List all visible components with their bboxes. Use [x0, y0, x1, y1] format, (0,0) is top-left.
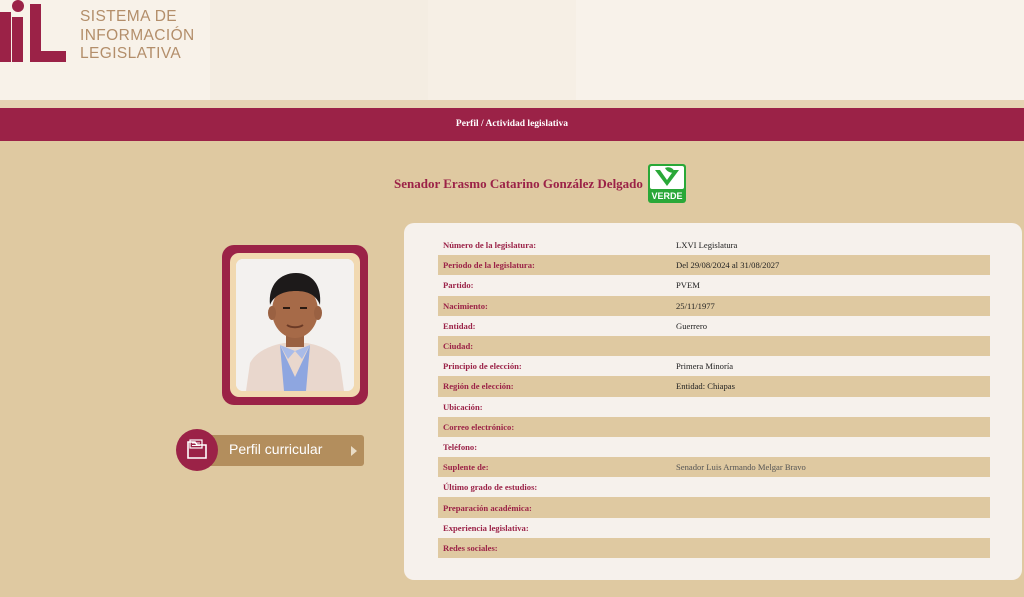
details-row: Entidad: Guerrero	[438, 316, 990, 336]
folder-icon	[176, 429, 218, 471]
details-key: Partido:	[443, 280, 474, 291]
details-key: Redes sociales:	[443, 542, 498, 553]
details-key: Principio de elección:	[443, 361, 522, 372]
details-key: Experiencia legislativa:	[443, 522, 529, 533]
details-key: Último grado de estudios:	[443, 482, 538, 493]
party-logo-text: VERDE	[651, 191, 682, 201]
details-value: Primera Minoría	[676, 361, 734, 372]
chevron-right-icon	[351, 446, 357, 456]
details-key: Nacimiento:	[443, 300, 488, 311]
page-title: Senador Erasmo Catarino González Delgado	[394, 176, 643, 191]
details-value: LXVI Legislatura	[676, 240, 738, 251]
details-row: Preparación académica:	[438, 497, 990, 518]
sil-logo-text[interactable]: SISTEMA DE INFORMACIÓN LEGISLATIVA	[80, 8, 195, 64]
logo-line: INFORMACIÓN	[80, 26, 195, 44]
logo-line: SISTEMA DE	[80, 8, 178, 25]
details-row: Partido: PVEM	[438, 275, 990, 295]
details-key: Teléfono:	[443, 441, 478, 452]
header-panel	[576, 0, 1024, 100]
details-row: Correo electrónico:	[438, 416, 990, 437]
details-key: Correo electrónico:	[443, 421, 515, 432]
details-row: Experiencia legislativa:	[438, 518, 990, 538]
details-value: Guerrero	[676, 320, 708, 331]
details-card: Número de la legislatura: LXVI Legislatur…	[404, 223, 1022, 580]
details-key: Periodo de la legislatura:	[443, 260, 535, 271]
details-key: Número de la legislatura:	[443, 240, 537, 251]
site-header: SISTEMA DE INFORMACIÓN LEGISLATIVA	[0, 0, 1024, 100]
details-row: Principio de elección: Primera Minoría	[438, 356, 990, 376]
details-row: Teléfono:	[438, 437, 990, 457]
details-row: Periodo de la legislatura: Del 29/08/2024…	[438, 255, 990, 276]
details-row: Suplente de: Senador Luis Armando Melgar …	[438, 457, 990, 478]
details-value: Entidad: Chiapas	[676, 381, 735, 392]
header-divider	[0, 100, 1024, 108]
details-value: PVEM	[676, 280, 700, 291]
header-panel	[210, 0, 428, 100]
details-row: Ubicación:	[438, 397, 990, 417]
details-row: Último grado de estudios:	[438, 477, 990, 497]
details-key: Suplente de:	[443, 462, 489, 473]
logo-line: LEGISLATIVA	[80, 45, 182, 62]
details-row: Número de la legislatura: LXVI Legislatur…	[438, 235, 990, 255]
verde-party-logo: VERDE	[648, 164, 686, 203]
details-row: Ciudad:	[438, 335, 990, 357]
profile-photo	[236, 259, 354, 391]
details-table: Número de la legislatura: LXVI Legislatur…	[438, 235, 990, 558]
details-key: Ubicación:	[443, 401, 483, 412]
nav-bar: Perfil / Actividad legislativa	[0, 108, 1024, 141]
perfil-curricular-label: Perfil curricular	[229, 441, 323, 457]
details-key: Ciudad:	[443, 341, 474, 352]
sil-logo-mark[interactable]	[0, 0, 66, 64]
details-key: Preparación académica:	[443, 502, 532, 513]
perfil-curricular-button[interactable]: Perfil curricular	[176, 428, 366, 471]
details-value: Del 29/08/2024 al 31/08/2027	[676, 260, 780, 271]
details-value: Senador Luis Armando Melgar Bravo	[676, 462, 806, 473]
header-panel	[428, 0, 576, 100]
details-value: 25/11/1977	[676, 300, 715, 311]
breadcrumb[interactable]: Perfil / Actividad legislativa	[456, 119, 568, 129]
details-key: Región de elección:	[443, 381, 514, 392]
details-row: Redes sociales:	[438, 537, 990, 558]
details-row: Región de elección: Entidad: Chiapas	[438, 376, 990, 397]
details-row: Nacimiento: 25/11/1977	[438, 295, 990, 316]
details-key: Entidad:	[443, 320, 476, 331]
profile-photo-frame	[222, 245, 368, 405]
